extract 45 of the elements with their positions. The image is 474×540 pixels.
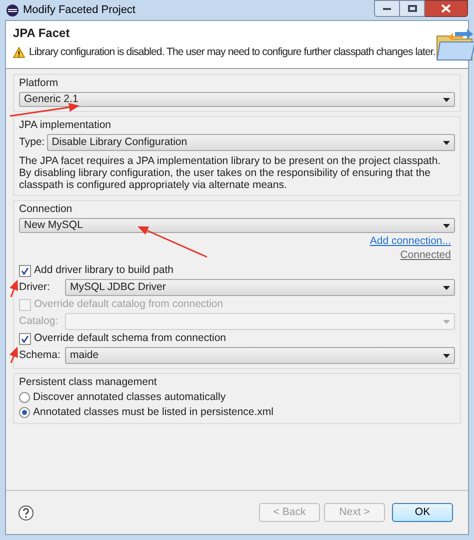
annotation-arrow — [10, 102, 80, 117]
radio-button[interactable] — [19, 392, 30, 403]
description-text: The JPA facet requires a JPA implementation library to be present on the project classpath. By disabling library configuration, the user takes on the responsibility of ensuring that the classpath is configured appropriately via alternate means. — [19, 155, 442, 191]
dialog-button[interactable]: OK — [392, 503, 453, 522]
group-label: Connection — [19, 203, 72, 216]
group-label: Persistent class management — [19, 376, 157, 389]
minimize-button[interactable] — [374, 0, 400, 17]
radio-button[interactable] — [19, 407, 30, 418]
dropdown[interactable]: Generic 2.1 — [19, 92, 455, 107]
group-label: Platform — [19, 77, 58, 90]
add-connection-link[interactable]: Add connection... — [370, 235, 451, 248]
caret-icon — [443, 320, 450, 324]
checkbox-label: Add driver library to build path — [34, 264, 174, 277]
help-icon[interactable] — [18, 504, 34, 520]
caret-icon — [443, 286, 450, 290]
radio-label: Discover annotated classes automatically — [33, 391, 226, 404]
group-label: JPA implementation — [19, 119, 112, 132]
field-label: Driver: — [19, 281, 51, 294]
page-title: JPA Facet — [13, 27, 71, 40]
annotation-arrow — [9, 346, 18, 364]
dropdown[interactable]: maide — [65, 347, 455, 364]
checkbox[interactable] — [19, 332, 31, 344]
annotation-arrow — [138, 226, 208, 258]
field-label: Schema: — [19, 349, 62, 362]
dropdown[interactable]: New MySQL — [19, 218, 455, 233]
dropdown[interactable]: Disable Library Configuration — [46, 134, 455, 151]
warning-icon — [13, 47, 25, 58]
close-icon — [441, 4, 451, 13]
connection-status-link[interactable]: Connected — [400, 249, 451, 262]
annotation-arrow — [10, 280, 18, 298]
checkbox[interactable] — [19, 264, 31, 276]
close-button[interactable] — [425, 0, 468, 17]
caret-icon — [443, 224, 450, 228]
checkbox-label: Override default catalog from connection — [34, 298, 224, 311]
caret-icon — [443, 98, 450, 102]
maximize-button[interactable] — [400, 0, 425, 17]
caret-icon — [443, 140, 450, 144]
caret-icon — [443, 354, 450, 358]
field-label: Catalog: — [19, 315, 60, 328]
window-title: Modify Faceted Project — [23, 4, 136, 16]
dropdown[interactable]: MySQL JDBC Driver — [65, 279, 455, 296]
checkbox-label: Override default schema from connection — [34, 332, 226, 345]
field-label: Type: — [19, 136, 45, 149]
radio-label: Annotated classes must be listed in persistence.xml — [33, 406, 274, 419]
warning-message: Library configuration is disabled. The user may need to configure further classpath changes later. — [29, 46, 436, 59]
